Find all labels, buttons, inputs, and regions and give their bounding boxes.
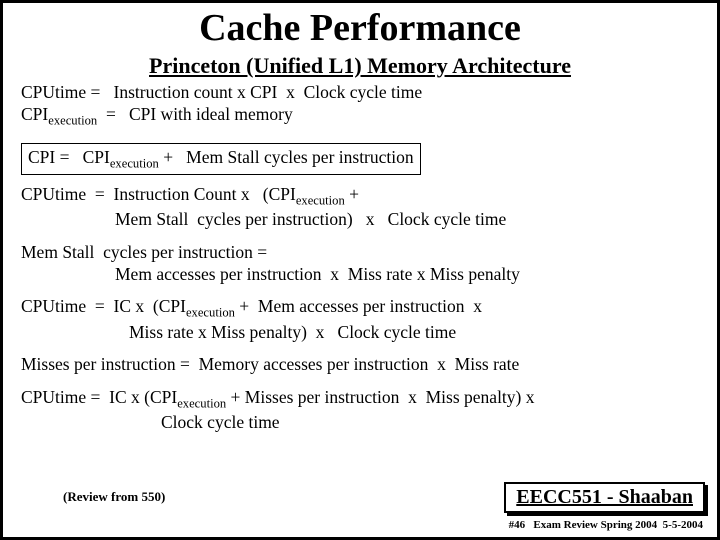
cputime-exp1-line2: Mem Stall cycles per instruction) x Cloc… [21,208,699,230]
slide-footer: #46 Exam Review Spring 2004 5-5-2004 [509,519,703,531]
cputime-final: CPUtime = IC x (CPIexecution + Misses pe… [21,386,699,434]
exec-subscript: execution [48,114,97,128]
slide-frame: Cache Performance Princeton (Unified L1)… [0,0,720,540]
mem-stall-line2: Mem accesses per instruction x Miss rate… [21,263,699,285]
cpi-label: CPI [21,104,48,124]
boxed-sub: execution [110,156,159,170]
review-note: (Review from 550) [63,489,165,505]
cputime-final-sub: execution [177,396,226,410]
cputime-exp1-line1: CPUtime = Instruction Count x (CPIexecut… [21,183,699,209]
slide-title: Cache Performance [21,9,699,49]
cputime-exp2-line2: Miss rate x Miss penalty) x Clock cycle … [21,321,699,343]
cputime-eq: CPUtime = Instruction count x CPI x Cloc… [21,81,699,103]
cputime-final-line1: CPUtime = IC x (CPIexecution + Misses pe… [21,386,699,412]
cpi-exec-def: CPIexecution = CPI with ideal memory [21,103,699,129]
cputime-exp2-pre: CPUtime = IC x (CPI [21,296,186,316]
definition-block-1: CPUtime = Instruction count x CPI x Cloc… [21,81,699,129]
cputime-exp1-pre: CPUtime = Instruction Count x (CPI [21,184,296,204]
cputime-expanded-2: CPUtime = IC x (CPIexecution + Mem acces… [21,295,699,343]
boxed-pre: CPI = CPI [28,147,110,167]
boxed-post: + Mem Stall cycles per instruction [159,147,414,167]
mem-stall-line1: Mem Stall cycles per instruction = [21,241,699,263]
cputime-exp2-post: + Mem accesses per instruction x [235,296,482,316]
cputime-final-pre: CPUtime = IC x (CPI [21,387,177,407]
slide-content: CPUtime = Instruction count x CPI x Cloc… [21,81,699,434]
misses-per-instr: Misses per instruction = Memory accesses… [21,353,699,375]
cputime-exp1-post: + [345,184,359,204]
cputime-final-post: + Misses per instruction x Miss penalty)… [226,387,534,407]
mem-stall-block: Mem Stall cycles per instruction = Mem a… [21,241,699,286]
slide-subtitle: Princeton (Unified L1) Memory Architectu… [21,53,699,79]
cputime-exp2-sub: execution [186,306,235,320]
cpi-def-text: = CPI with ideal memory [97,104,293,124]
boxed-cpi-formula: CPI = CPIexecution + Mem Stall cycles pe… [21,143,421,175]
course-badge: EECC551 - Shaaban [504,482,705,513]
cputime-expanded-1: CPUtime = Instruction Count x (CPIexecut… [21,183,699,231]
cputime-final-line2: Clock cycle time [21,411,699,433]
cputime-exp2-line1: CPUtime = IC x (CPIexecution + Mem acces… [21,295,699,321]
cputime-exp1-sub: execution [296,193,345,207]
